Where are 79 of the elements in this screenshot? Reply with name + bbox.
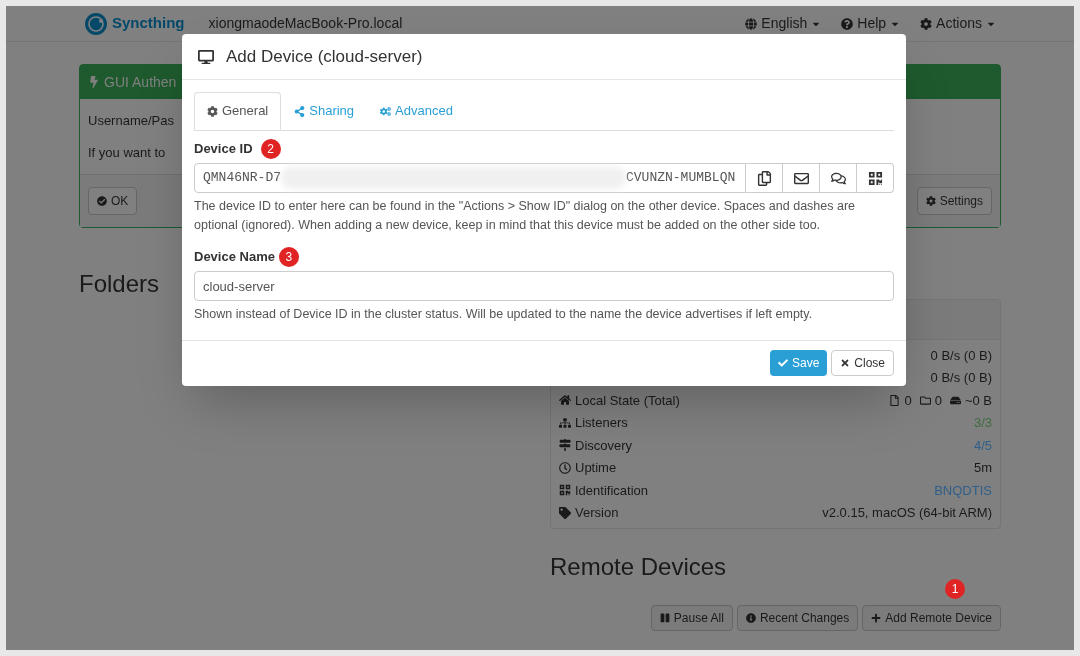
share-id-button[interactable]: [820, 163, 857, 193]
home-icon: [559, 394, 571, 407]
close-icon: [840, 358, 851, 369]
notice-button[interactable]: Settings: [916, 187, 992, 215]
stat-value: 5m: [973, 459, 992, 477]
share-icon: [294, 105, 306, 117]
stat-value: 0: [904, 391, 912, 410]
dialog-tab[interactable]: Sharing: [281, 92, 368, 130]
help-text: The device ID to enter here can be found in the "Actions > Show ID" dialog on the other device. Spaces and dashes are optional (ignored). When adding a new device, keep in mind that this device must be added on the other side too.: [194, 198, 857, 234]
stat-value: v2.0.15, macOS (64-bit ARM): [822, 504, 992, 522]
share-id-button[interactable]: [857, 163, 894, 193]
dialog-title: Add Device (cloud-server): [226, 45, 423, 68]
dialog-button[interactable]: Save: [769, 350, 828, 377]
section-heading: Folders: [79, 269, 160, 299]
qr-code-icon: [559, 484, 571, 497]
drive-icon: [949, 394, 961, 406]
device-name-field[interactable]: cloud-server: [194, 271, 894, 301]
nav-menu[interactable]: English: [745, 13, 822, 34]
copy-icon: [756, 170, 772, 186]
stat-label: Listeners: [575, 414, 628, 432]
network-icon: [559, 416, 571, 429]
field-label: Device Name: [194, 248, 275, 267]
check-icon: [777, 358, 788, 369]
stat-value: BNQDTIS: [934, 481, 992, 500]
clock-icon: [559, 461, 571, 474]
stat-value: 0 B/s (0 B): [930, 369, 992, 387]
stat-value: 4/5: [973, 436, 992, 455]
stat-label: Discovery: [575, 436, 633, 455]
number-badge: 2: [260, 139, 281, 159]
device-id-field[interactable]: QMN46NR-D7 CVUNZN-MUMBLQN: [194, 163, 746, 193]
gears-icon: [380, 105, 392, 117]
pause-icon: [659, 613, 670, 623]
notice-text: If you want to: [88, 143, 166, 162]
share-id-button[interactable]: [746, 163, 783, 193]
signpost-icon: [559, 439, 571, 452]
nav-menu[interactable]: Actions: [920, 13, 996, 34]
settings-icon: [207, 105, 218, 117]
plus-icon: [871, 613, 882, 623]
notice-text: Username/Pas: [88, 112, 174, 130]
envelope-icon: [793, 170, 809, 186]
stat-value: ~0 B: [964, 391, 992, 410]
qr-code-icon: [867, 170, 883, 186]
stat-label: Local State (Total): [575, 391, 680, 410]
dialog-tab[interactable]: Advanced: [367, 92, 466, 130]
toolbar-button[interactable]: Recent Changes: [736, 605, 859, 631]
file-icon: [889, 394, 901, 406]
dialog-tab[interactable]: General: [194, 92, 282, 130]
stat-label: Identification: [575, 481, 648, 500]
section-heading: Remote Devices: [550, 552, 728, 582]
help-icon: [841, 17, 854, 30]
stat-label: Uptime: [575, 459, 617, 477]
logo-icon: [84, 11, 108, 36]
tag-icon: [559, 506, 571, 519]
stat-value: 0: [934, 391, 942, 410]
globe-icon: [745, 17, 758, 30]
settings-icon: [925, 196, 936, 206]
check-icon: [97, 196, 107, 206]
toolbar-button[interactable]: Pause All: [650, 605, 733, 631]
desktop-icon: [198, 48, 214, 65]
help-text: Shown instead of Device ID in the cluster status. Will be updated to the name the device advertises if left empty.: [194, 306, 814, 323]
number-badge: 3: [278, 247, 299, 267]
toolbar-button[interactable]: Add Remote Device: [862, 605, 1001, 631]
brand-name[interactable]: Syncthing: [112, 12, 185, 35]
stat-value: 3/3: [973, 414, 992, 432]
stat-label: Version: [575, 504, 619, 522]
bolt-icon: [88, 76, 100, 88]
share-id-button[interactable]: [783, 163, 820, 193]
folder-icon: [919, 394, 931, 406]
notice-button[interactable]: OK: [88, 187, 138, 215]
notice-title: GUI Authen: [104, 72, 177, 92]
stat-value: 0 B/s (0 B): [930, 346, 992, 365]
nav-menu[interactable]: Help: [841, 13, 901, 34]
info-icon: [745, 613, 756, 623]
number-badge: 1: [945, 579, 965, 599]
field-label: Device ID: [194, 140, 253, 159]
dialog-button[interactable]: Close: [831, 350, 894, 377]
host-name: xiongmaodeMacBook-Pro.local: [208, 14, 403, 33]
chat-icon: [830, 170, 846, 186]
settings-icon: [920, 17, 933, 30]
